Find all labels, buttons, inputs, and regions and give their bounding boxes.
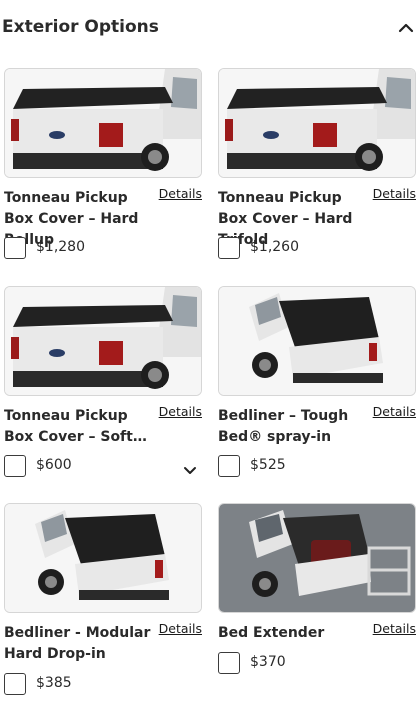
option-price: $385 <box>36 675 72 691</box>
tonneau-cover-photo <box>4 68 202 178</box>
details-link[interactable]: Details <box>159 404 202 419</box>
section-title: Exterior Options <box>2 17 159 37</box>
chevron-down-icon[interactable] <box>182 462 198 478</box>
details-link[interactable]: Details <box>373 404 416 419</box>
option-card-bed-extender: Bed Extender Details $370 <box>218 503 416 713</box>
option-price: $1,260 <box>250 239 299 255</box>
option-card-bedliner-spray-in: Bedliner – Tough Bed® spray-in Details $… <box>218 286 416 496</box>
option-card-tonneau-soft: Tonneau Pickup Box Cover – Soft… Details… <box>4 286 202 496</box>
bedliner-truck-photo <box>218 286 416 396</box>
details-link[interactable]: Details <box>159 621 202 636</box>
details-link[interactable]: Details <box>373 186 416 201</box>
option-price: $370 <box>250 654 286 670</box>
select-checkbox[interactable] <box>218 237 240 259</box>
bed-extender-photo <box>218 503 416 613</box>
option-name: Bedliner – Tough Bed® spray-in <box>218 408 349 445</box>
option-name: Bedliner - Modular Hard Drop-in <box>4 625 151 662</box>
option-card-tonneau-hard-rollup: Tonneau Pickup Box Cover – Hard Rollup D… <box>4 68 202 278</box>
section-header: Exterior Options <box>0 0 420 56</box>
option-name: Tonneau Pickup Box Cover – Soft… <box>4 408 147 445</box>
tonneau-cover-photo <box>218 68 416 178</box>
select-checkbox[interactable] <box>218 652 240 674</box>
tonneau-cover-photo <box>4 286 202 396</box>
details-link[interactable]: Details <box>159 186 202 201</box>
option-price: $1,280 <box>36 239 85 255</box>
option-price: $525 <box>250 457 286 473</box>
details-link[interactable]: Details <box>373 621 416 636</box>
option-card-tonneau-hard-trifold: Tonneau Pickup Box Cover – Hard Trifold … <box>218 68 416 278</box>
select-checkbox[interactable] <box>218 455 240 477</box>
select-checkbox[interactable] <box>4 237 26 259</box>
option-card-bedliner-drop-in: Bedliner - Modular Hard Drop-in Details … <box>4 503 202 713</box>
option-price: $600 <box>36 457 72 473</box>
bedliner-truck-photo <box>4 503 202 613</box>
option-name: Bed Extender <box>218 625 325 641</box>
select-checkbox[interactable] <box>4 455 26 477</box>
chevron-up-icon[interactable] <box>396 18 416 38</box>
select-checkbox[interactable] <box>4 673 26 695</box>
